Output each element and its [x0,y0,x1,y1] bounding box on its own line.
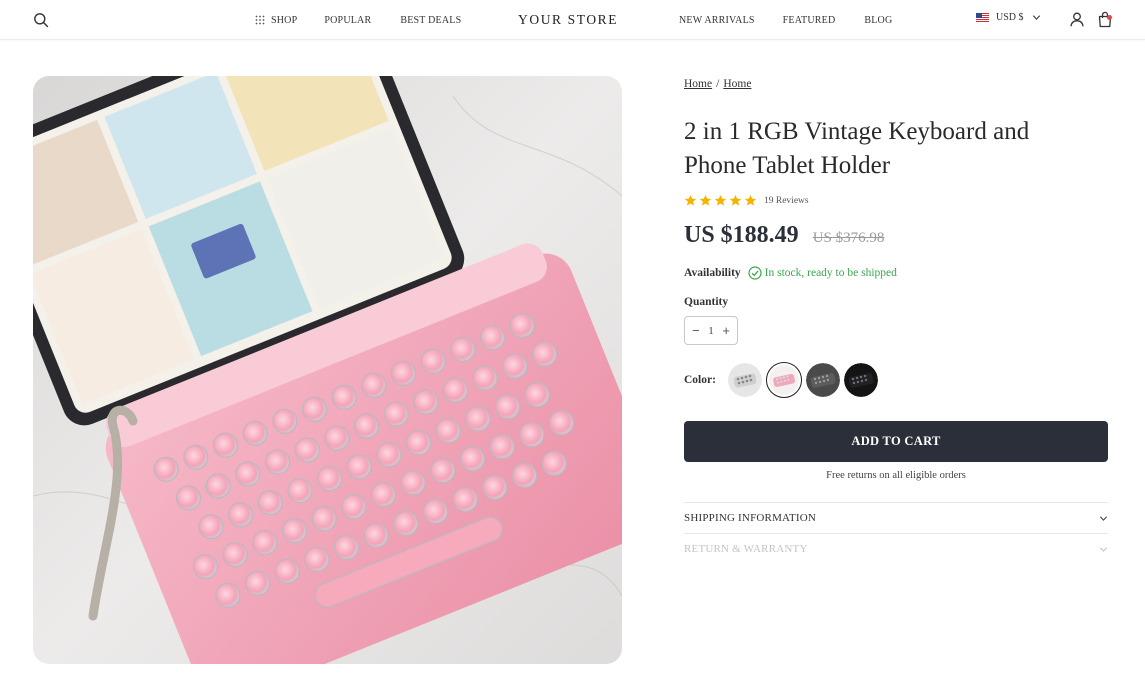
star-icon [744,194,757,206]
quantity-label: Quantity [684,296,729,308]
price-row: US $188.49 US $376.98 [684,222,884,249]
product-title: 2 in 1 RGB Vintage Keyboard and Phone Ta… [684,118,1030,179]
availability-label: Availability [684,267,741,279]
color-swatch-black[interactable] [843,363,878,397]
store-logo[interactable]: YOUR STORE [518,12,618,28]
nav-new-arrivals-label: NEW ARRIVALS [679,14,755,26]
quantity-decrease-button[interactable]: − [692,324,700,337]
star-rating [684,194,757,207]
nav-popular[interactable]: POPULAR [324,15,371,26]
chevron-down-icon [1032,15,1040,20]
sale-price: US $188.49 [684,222,799,248]
breadcrumb-link-home[interactable]: Home [684,78,712,90]
chevron-down-icon [1099,546,1108,552]
quantity-value[interactable]: 1 [708,325,714,337]
product-rating[interactable]: 19 Reviews [684,194,809,207]
availability: Availability In stock, ready to be shipp… [684,266,897,280]
account-icon[interactable] [1070,12,1084,27]
quantity-stepper: − 1 + [684,316,738,345]
nav-blog-label: BLOG [864,14,893,26]
star-icon [684,194,697,206]
star-icon [729,194,742,206]
breadcrumb: Home / Home [684,78,751,90]
free-returns-note: Free returns on all eligible orders [826,470,966,481]
currency-label: USD $ [996,12,1024,23]
nav-shop-label: SHOP [271,14,298,26]
us-flag-icon [976,13,989,22]
accordion-title: SHIPPING INFORMATION [684,512,817,524]
accordion-title: RETURN & WARRANTY [684,543,808,555]
nav-featured-label: FEATURED [782,14,836,26]
chevron-down-icon [1099,515,1108,521]
nav-popular-label: POPULAR [324,14,372,26]
quantity-increase-button[interactable]: + [722,324,730,337]
color-label: Color: [684,374,716,386]
nav-new-arrivals[interactable]: NEW ARRIVALS [679,15,755,26]
primary-nav-left: SHOP POPULAR BEST DEALS [255,0,461,40]
nav-featured[interactable]: FEATURED [783,15,836,26]
product-main-image[interactable] [33,76,622,664]
currency-selector[interactable]: USD $ [976,12,1041,23]
accordion-shipping-information[interactable]: SHIPPING INFORMATION [684,503,1108,533]
nav-best-deals[interactable]: BEST DEALS [400,15,461,26]
availability-status: In stock, ready to be shipped [764,267,897,279]
primary-nav-right: NEW ARRIVALS FEATURED BLOG [679,0,892,40]
review-count[interactable]: 19 Reviews [764,196,809,206]
accordion-return-warranty[interactable]: RETURN & WARRANTY [684,534,1108,564]
star-icon [714,194,727,206]
nav-shop[interactable]: SHOP [255,15,297,26]
add-to-cart-button[interactable]: ADD TO CART [684,421,1108,462]
compare-at-price: US $376.98 [812,230,885,246]
breadcrumb-separator: / [716,78,720,90]
breadcrumb-link-current[interactable]: Home [723,78,751,90]
site-header: SHOP POPULAR BEST DEALS YOUR STORE NEW A… [0,0,1145,40]
nav-blog[interactable]: BLOG [864,15,892,26]
star-icon [699,194,712,206]
cart-badge [1107,15,1112,20]
color-swatch-white[interactable] [727,363,762,397]
grid-icon [255,15,265,25]
color-selector: Color: [684,362,882,398]
search-icon[interactable] [33,12,49,28]
color-swatch-grey[interactable] [805,363,840,397]
nav-best-deals-label: BEST DEALS [400,14,462,26]
check-circle-icon [748,266,762,280]
color-swatch-pink[interactable] [765,362,802,398]
